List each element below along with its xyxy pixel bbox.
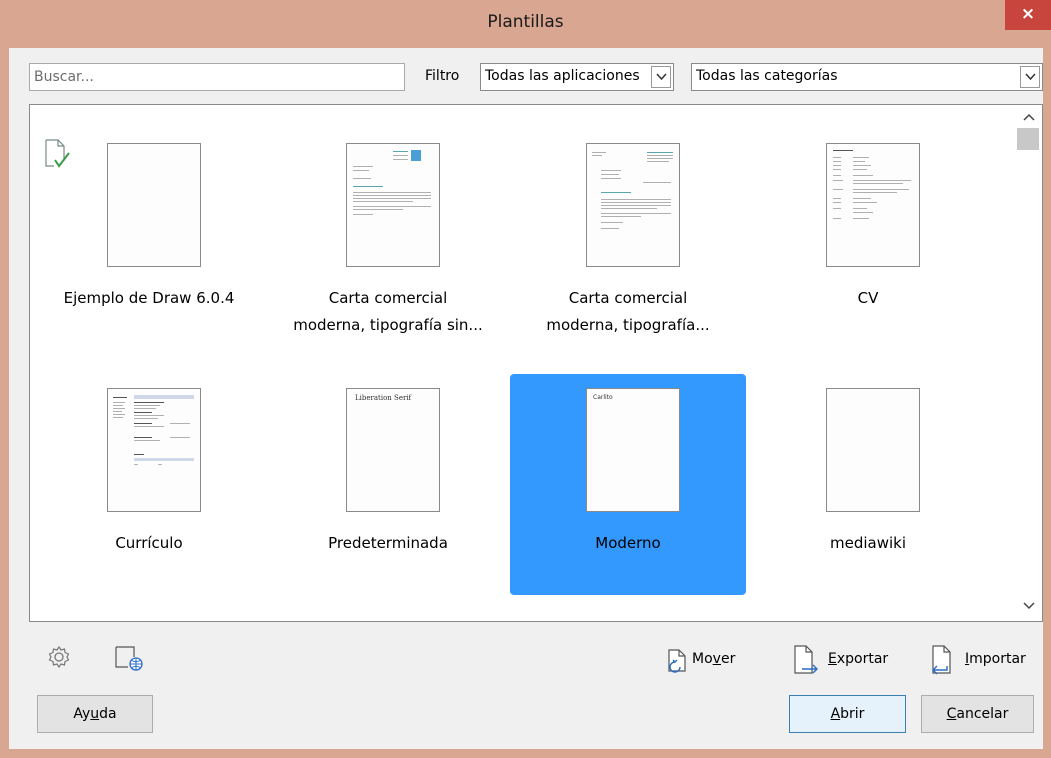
template-thumbnail	[826, 143, 920, 267]
vertical-scrollbar[interactable]	[1016, 105, 1042, 621]
template-thumbnail	[107, 388, 201, 512]
template-thumbnail	[826, 388, 920, 512]
template-name: Carta comercial	[328, 289, 448, 307]
category-filter-select[interactable]: Todas las categorías	[691, 63, 1043, 91]
template-name: Carta comercial	[568, 289, 688, 307]
template-name: CV	[857, 289, 879, 307]
open-button[interactable]: Abrir	[789, 695, 906, 733]
window-title: Plantillas	[487, 12, 564, 32]
search-input[interactable]	[29, 63, 405, 91]
scroll-thumb[interactable]	[1017, 128, 1039, 150]
help-button[interactable]: Ayuda	[37, 695, 153, 733]
chevron-down-icon[interactable]	[1020, 66, 1040, 88]
move-icon[interactable]	[667, 649, 689, 673]
title-bar: Plantillas ×	[0, 0, 1051, 47]
template-thumbnail-text: Liberation Serif	[355, 394, 412, 402]
template-tile-selected[interactable]: Carlito Moderno	[510, 374, 746, 595]
close-button[interactable]: ×	[1005, 0, 1051, 30]
template-name: Currículo	[115, 534, 183, 552]
template-tile[interactable]: Currículo	[31, 374, 267, 595]
template-tile[interactable]: mediawiki	[750, 374, 986, 595]
application-filter-select[interactable]: Todas las aplicaciones	[480, 63, 674, 91]
import-icon[interactable]	[929, 645, 955, 675]
online-templates-icon[interactable]	[114, 645, 148, 671]
template-tile[interactable]: Liberation Serif Predeterminada	[270, 374, 506, 595]
scroll-down-icon[interactable]	[1023, 602, 1035, 610]
move-button[interactable]: Mover	[692, 651, 735, 667]
template-tile[interactable]: Carta comercial moderna, tipografía sin.…	[270, 143, 506, 364]
export-icon[interactable]	[793, 645, 819, 675]
template-name-line2: moderna, tipografía sin...	[293, 316, 483, 334]
template-tile[interactable]: Ejemplo de Draw 6.0.4	[31, 143, 267, 364]
template-thumbnail	[107, 143, 201, 267]
filter-label: Filtro	[425, 68, 460, 84]
template-thumbnail: Liberation Serif	[346, 388, 440, 512]
import-button[interactable]: Importar	[965, 651, 1026, 667]
scroll-up-icon[interactable]	[1023, 113, 1035, 121]
template-thumbnail	[346, 143, 440, 267]
template-name: mediawiki	[829, 534, 906, 552]
template-tile[interactable]: Carta comercial moderna, tipografía...	[510, 143, 746, 364]
template-name: Predeterminada	[328, 534, 448, 552]
template-name-line2: moderna, tipografía...	[546, 316, 710, 334]
template-name: Ejemplo de Draw 6.0.4	[63, 289, 235, 307]
export-button[interactable]: Exportar	[828, 651, 888, 667]
category-filter-value: Todas las categorías	[696, 68, 838, 84]
cancel-button[interactable]: Cancelar	[921, 695, 1034, 733]
template-name: Moderno	[595, 534, 661, 552]
template-tile[interactable]: CV	[750, 143, 986, 364]
application-filter-value: Todas las aplicaciones	[485, 68, 640, 84]
template-thumbnail	[586, 143, 680, 267]
template-thumbnail-text: Carlito	[593, 394, 613, 401]
gear-icon[interactable]	[47, 645, 71, 669]
template-thumbnail: Carlito	[586, 388, 680, 512]
chevron-down-icon[interactable]	[651, 66, 671, 88]
